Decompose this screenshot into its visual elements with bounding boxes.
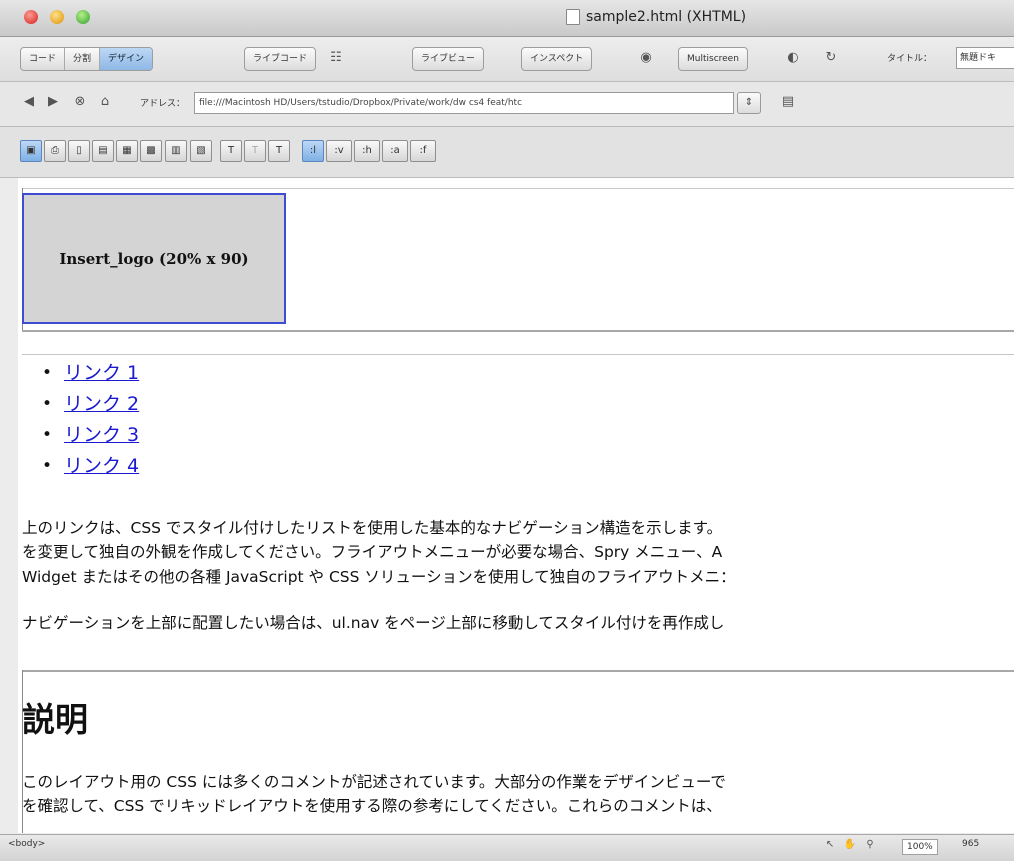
pseudo-focus-button[interactable]: :f [410, 140, 436, 162]
logo-placeholder[interactable]: Insert_logo (20% x 90) [22, 193, 286, 324]
live-code-button[interactable]: ライブコード [244, 47, 317, 71]
document-icon [566, 9, 580, 25]
nav-link-4[interactable]: リンク 4 [64, 455, 139, 477]
title-bar: sample2.html (XHTML) [0, 0, 1014, 37]
pseudo-link-button[interactable]: :l [302, 140, 324, 162]
code-view-button[interactable]: コード [21, 48, 66, 70]
status-bar: <body> ↖ ✋ ⚲ 100% 965 [0, 834, 1014, 861]
minimize-window-button[interactable] [50, 10, 64, 24]
home-icon[interactable]: ⌂ [96, 93, 114, 111]
address-label: アドレス： [140, 99, 186, 109]
content-divider [22, 670, 1014, 672]
nav-item-4: リンク 4 [42, 451, 139, 482]
text-size-medium-button[interactable]: T [244, 140, 266, 162]
paragraph-3-line-2: を確認して、CSS でリキッドレイアウトを使用する際の参考にしてください。これら… [22, 797, 722, 815]
document-title-input[interactable]: 無題ドキ [956, 47, 1014, 69]
description-heading: 説明 [22, 700, 88, 739]
refresh-icon[interactable]: ↻ [822, 49, 840, 67]
window-size-readout[interactable]: 965 [962, 839, 979, 849]
design-view-button[interactable]: デザイン [100, 48, 153, 70]
tty-media-icon[interactable]: ▦ [116, 140, 138, 162]
stop-icon[interactable]: ⊗ [71, 93, 89, 111]
text-size-small-button[interactable]: T [268, 140, 290, 162]
browser-navigation-toolbar: ◀ ▶ ⊗ ⌂ アドレス： file:///Macintosh HD/Users… [0, 82, 1014, 127]
design-view-canvas[interactable]: Insert_logo (20% x 90) リンク 1 リンク 2 リンク 3… [18, 178, 1014, 833]
paragraph-1-line-2: を変更して独自の外観を作成してください。フライアウトメニューが必要な場合、Spr… [22, 543, 723, 561]
document-toolbar: コード 分割 デザイン ライブコード ☷ ライブビュー インスペクト ◉ Mul… [0, 37, 1014, 82]
navigation-list: リンク 1 リンク 2 リンク 3 リンク 4 [42, 358, 139, 482]
top-divider [22, 188, 1014, 189]
header-divider [22, 330, 1014, 332]
pseudo-active-button[interactable]: :a [382, 140, 408, 162]
tag-selector[interactable]: <body> [8, 839, 45, 849]
style-rendering-toolbar: ▣ ⎙ ▯ ▤ ▦ ▩ ▥ ▧ T T T :l :v :h :a :f [0, 127, 1014, 178]
browser-options-icon[interactable]: ▤ [779, 93, 797, 111]
nav-item-3: リンク 3 [42, 420, 139, 451]
pseudo-hover-button[interactable]: :h [354, 140, 380, 162]
multiscreen-button[interactable]: Multiscreen [678, 47, 748, 71]
title-label: タイトル： [887, 54, 933, 64]
nav-link-2[interactable]: リンク 2 [64, 393, 139, 415]
paragraph-2: ナビゲーションを上部に配置したい場合は、ul.nav をページ上部に移動してスタ… [22, 614, 725, 632]
handheld-media-icon[interactable]: ▯ [68, 140, 90, 162]
inspect-button[interactable]: インスペクト [521, 47, 593, 71]
window-title-text: sample2.html (XHTML) [586, 9, 747, 25]
dreamweaver-window: sample2.html (XHTML) コード 分割 デザイン ライブコード … [0, 0, 1014, 861]
address-options-button[interactable]: ⇕ [737, 92, 761, 114]
zoom-window-button[interactable] [76, 10, 90, 24]
design-time-css-icon[interactable]: ▧ [190, 140, 212, 162]
hand-tool-icon[interactable]: ✋ [843, 838, 857, 852]
tv-media-icon[interactable]: ▩ [140, 140, 162, 162]
live-view-button[interactable]: ライブビュー [412, 47, 485, 71]
nav-link-3[interactable]: リンク 3 [64, 424, 139, 446]
paragraph-1-line-1: 上のリンクは、CSS でスタイル付けしたリストを使用した基本的なナビゲーション構… [22, 519, 723, 537]
pseudo-visited-button[interactable]: :v [326, 140, 352, 162]
zoom-tool-icon[interactable]: ⚲ [863, 838, 877, 852]
file-check-icon[interactable]: ☷ [327, 49, 345, 67]
browser-preview-icon[interactable]: ◉ [637, 49, 655, 67]
sidebar-top-divider [22, 354, 1014, 355]
paragraph-3-line-1: このレイアウト用の CSS には多くのコメントが記述されています。大部分の作業を… [22, 773, 726, 791]
screen-media-icon[interactable]: ▣ [20, 140, 42, 162]
view-mode-segment: コード 分割 デザイン [20, 47, 154, 71]
zoom-level-field[interactable]: 100% [902, 839, 938, 855]
visual-aids-icon[interactable]: ◐ [784, 49, 802, 67]
print-media-icon[interactable]: ⎙ [44, 140, 66, 162]
nav-link-1[interactable]: リンク 1 [64, 362, 139, 384]
window-title: sample2.html (XHTML) [566, 9, 746, 25]
forward-arrow-icon[interactable]: ▶ [44, 93, 62, 111]
toggle-css-icon[interactable]: ▥ [165, 140, 187, 162]
paragraph-1-line-3: Widget またはその他の各種 JavaScript や CSS ソリューショ… [22, 568, 736, 586]
back-arrow-icon[interactable]: ◀ [20, 93, 38, 111]
select-tool-icon[interactable]: ↖ [823, 838, 837, 852]
address-input[interactable]: file:///Macintosh HD/Users/tstudio/Dropb… [194, 92, 734, 114]
text-size-large-button[interactable]: T [220, 140, 242, 162]
split-view-button[interactable]: 分割 [65, 48, 101, 70]
nav-item-2: リンク 2 [42, 389, 139, 420]
nav-item-1: リンク 1 [42, 358, 139, 389]
projection-media-icon[interactable]: ▤ [92, 140, 114, 162]
close-window-button[interactable] [24, 10, 38, 24]
